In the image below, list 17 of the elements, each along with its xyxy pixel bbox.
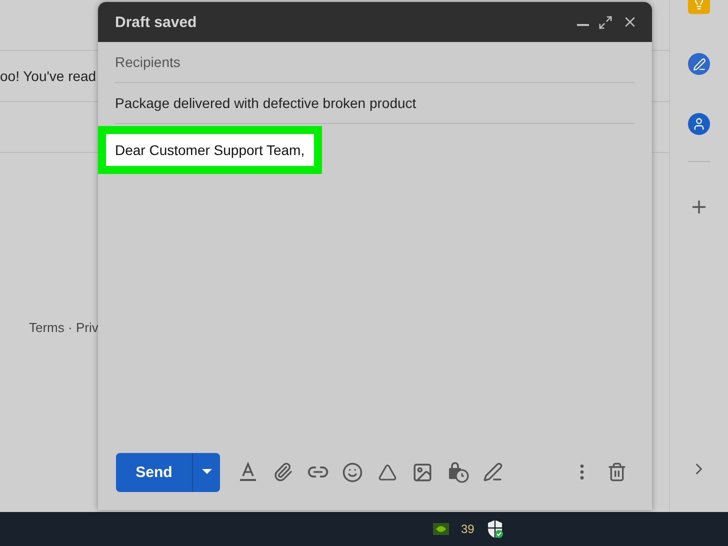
smiley-icon[interactable] <box>340 460 364 484</box>
person-icon[interactable] <box>688 113 710 135</box>
minimize-icon <box>577 24 589 26</box>
recipients-field[interactable]: Recipients <box>115 54 635 70</box>
shield-icon[interactable] <box>486 519 504 539</box>
send-options-button[interactable] <box>192 452 220 492</box>
send-button[interactable]: Send <box>116 452 192 492</box>
message-body[interactable]: Dear Customer Support Team, <box>106 134 314 166</box>
pencil-circle-icon[interactable] <box>688 53 710 75</box>
temperature-reading: 39 <box>461 522 474 536</box>
window-title: Draft saved <box>115 14 198 30</box>
subject-field[interactable]: Package delivered with defective broken product <box>115 95 635 111</box>
gpu-icon[interactable] <box>433 523 449 535</box>
message-snippet: oo! You've read <box>0 68 96 84</box>
expand-button[interactable] <box>598 14 613 30</box>
footer-links: Terms · Priv <box>29 320 98 335</box>
caret-icon <box>202 469 212 475</box>
